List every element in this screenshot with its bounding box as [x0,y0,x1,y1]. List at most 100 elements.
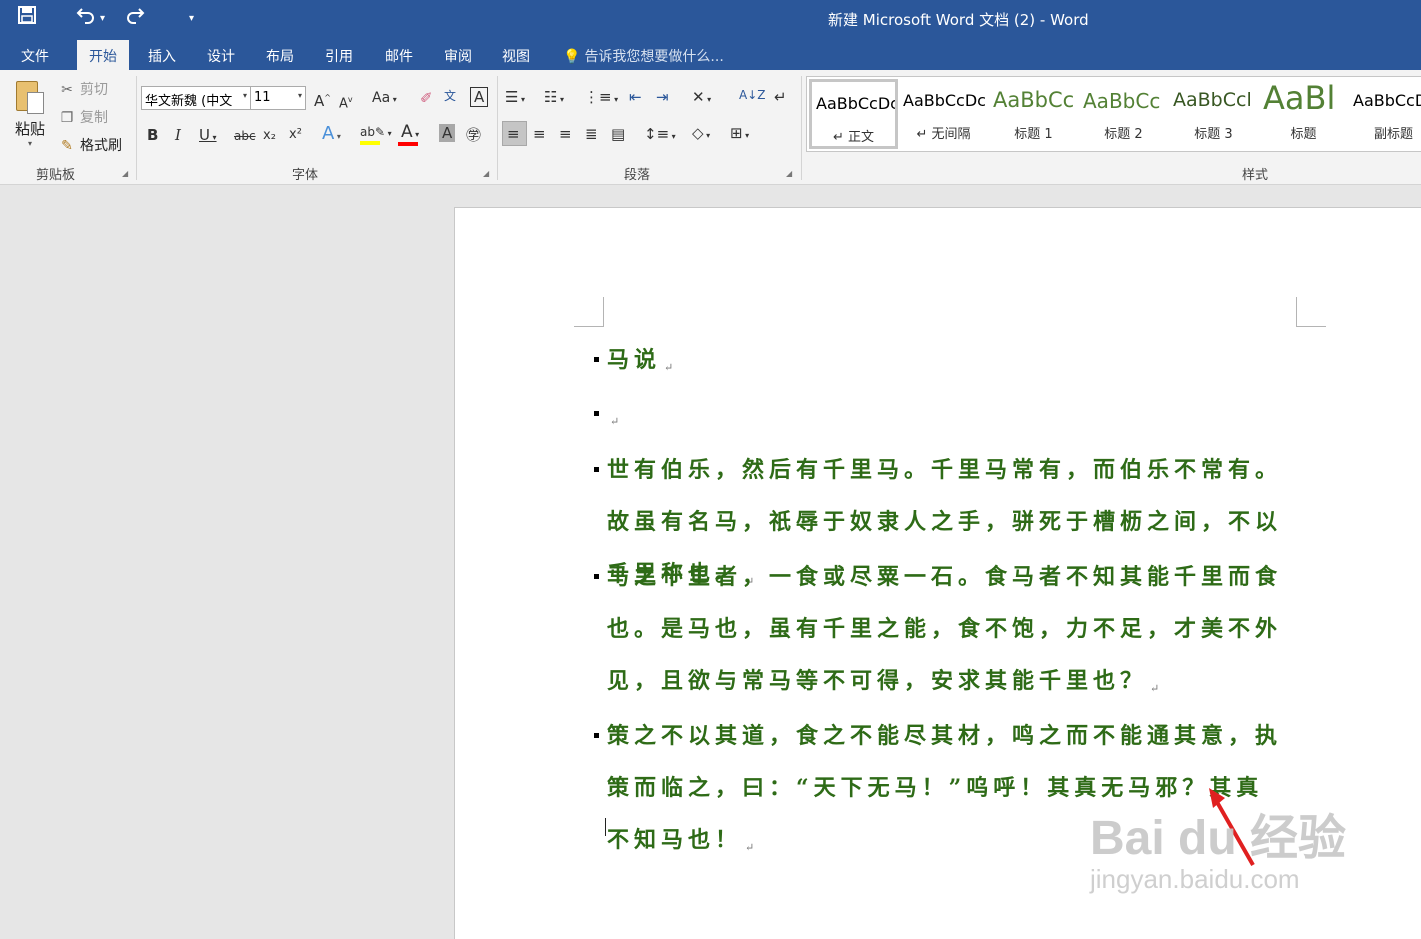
document-area: 马说 ↵ ↵ 世有伯乐，然后有千里马。千里马常有，而伯乐不常有。故虽有名马，祇辱于… [0,185,1421,939]
character-border-button[interactable]: A [470,87,489,107]
tab-review[interactable]: 审阅 [444,46,472,66]
phonetic-guide-button[interactable]: 文 [444,86,456,106]
ribbon-tabs: 文件 开始 插入 设计 布局 引用 邮件 审阅 视图 💡 告诉我您想要做什么... [0,40,1421,70]
italic-button[interactable]: I [175,125,181,145]
chevron-down-icon: ▾ [611,95,619,104]
decrease-indent-icon[interactable]: ⇤ [629,87,642,107]
subscript-button[interactable]: x₂ [263,126,276,146]
paste-dropdown-icon[interactable]: ▾ [10,139,50,148]
strikethrough-icon: abc [234,129,256,143]
chevron-down-icon: ▾ [412,130,420,139]
show-marks-icon[interactable]: ↵ [774,87,787,107]
style-heading-2[interactable]: AaBbCc 标题 2 [1079,79,1168,149]
baidu-watermark-url: jingyan.baidu.com [1090,864,1300,894]
grow-font-button[interactable]: A^ [314,88,331,111]
clipboard-launcher-icon[interactable]: ◢ [122,169,128,178]
text-cursor [605,818,606,836]
character-border-icon: A [474,88,485,106]
copy-button[interactable]: ❐ 复制 [58,107,108,127]
italic-icon: I [175,126,181,144]
tell-me-box[interactable]: 💡 告诉我您想要做什么... [563,46,724,66]
align-right-icon[interactable]: ≡ [559,124,572,144]
enclose-characters-icon[interactable]: ㊫ [466,125,481,145]
chinese-layout-button[interactable]: ✕ ▾ [692,87,711,110]
tab-references[interactable]: 引用 [325,46,353,66]
change-case-button[interactable]: Aa ▾ [372,88,397,110]
sort-icon[interactable]: A↓Z [739,85,765,105]
style-name: 副标题 [1373,127,1413,142]
bold-button[interactable]: B [147,125,158,145]
cut-button[interactable]: ✂ 剪切 [58,79,108,99]
clear-formatting-icon[interactable]: ✐ [420,88,433,108]
justify-icon[interactable]: ≣ [585,124,598,144]
customize-qat-icon[interactable]: ▾ [189,6,194,32]
style-subtitle[interactable]: AaBbCcD 副标题 [1349,79,1421,149]
doc-paragraph-empty[interactable]: ↵ [594,388,1287,448]
save-icon[interactable] [18,6,36,32]
style-sample: AaBl [1263,79,1336,117]
document-page[interactable]: 马说 ↵ ↵ 世有伯乐，然后有千里马。千里马常有，而伯乐不常有。故虽有名马，祇辱于… [454,207,1421,939]
style-name: 标题 1 [1014,127,1053,142]
bullets-button[interactable]: ☰ ▾ [505,87,525,110]
increase-indent-icon[interactable]: ⇥ [656,87,669,107]
style-heading-1[interactable]: AaBbCc 标题 1 [989,79,1078,149]
tab-insert[interactable]: 插入 [148,46,176,66]
tab-design[interactable]: 设计 [207,46,235,66]
line-spacing-button[interactable]: ↕≡ ▾ [644,124,676,147]
style-title[interactable]: AaBl 标题 [1259,79,1348,149]
undo-icon[interactable] [76,6,96,32]
style-no-spacing[interactable]: AaBbCcDc ↵ 无间隔 [899,79,988,149]
style-name: ↵ 无间隔 [916,127,971,142]
phonetic-guide-icon: 文 [444,89,457,103]
font-name-combobox[interactable]: 华文新魏 (中文 ▾ [141,86,251,110]
multilevel-list-button[interactable]: ⋮≡ ▾ [584,87,618,110]
paragraph-group-label: 段落 [624,168,651,183]
paste-button[interactable]: 粘贴 ▾ [10,78,50,148]
cut-label: 剪切 [80,82,108,98]
redo-icon[interactable] [125,6,145,32]
font-size-combobox[interactable]: 11 ▾ [251,86,306,110]
line-spacing-icon: ↕≡ [644,125,670,143]
font-launcher-icon[interactable]: ◢ [483,169,489,178]
numbering-button[interactable]: ☷ ▾ [544,87,564,110]
chevron-down-icon: ▾ [518,95,526,104]
paragraph-bullet [594,411,599,416]
underline-button[interactable]: U ▾ [199,125,217,148]
align-center-icon[interactable]: ≡ [533,124,546,144]
clipboard-group-label: 剪贴板 [36,168,76,183]
doc-paragraph-2[interactable]: 马之千里者，一食或尽粟一石。食马者不知其能千里而食也。是马也，虽有千里之能，食不… [594,551,1287,715]
style-normal[interactable]: AaBbCcDc ↵ 正文 [809,79,898,149]
text-effects-button[interactable]: A ▾ [322,124,341,147]
shrink-font-button[interactable]: Av [339,90,353,114]
paragraph-launcher-icon[interactable]: ◢ [786,169,792,178]
strikethrough-button[interactable]: abc [234,126,256,146]
group-divider [801,76,802,180]
chevron-down-icon: ▾ [334,132,341,141]
style-heading-3[interactable]: AaBbCcl 标题 3 [1169,79,1258,149]
paragraph-bullet [594,467,599,472]
tab-view[interactable]: 视图 [502,46,530,66]
distributed-icon[interactable]: ▤ [611,124,625,144]
paragraph-mark: ↵ [1150,682,1160,695]
tab-layout[interactable]: 布局 [266,46,294,66]
align-left-icon[interactable]: ≡ [507,124,520,144]
change-case-icon: Aa [372,90,391,106]
group-divider [497,76,498,180]
baidu-watermark-logo: Bai du 经验 [1090,812,1347,865]
character-shading-button[interactable]: A [439,124,456,142]
borders-button[interactable]: ⊞ ▾ [730,123,749,146]
borders-icon: ⊞ [730,124,743,142]
doc-paragraph-title[interactable]: 马说 ↵ [594,334,1287,394]
format-painter-button[interactable]: ✎ 格式刷 [58,135,122,155]
tab-home[interactable]: 开始 [77,40,129,70]
style-name: 标题 2 [1104,127,1143,142]
undo-dropdown-icon[interactable]: ▾ [100,6,105,32]
tab-file[interactable]: 文件 [21,46,49,66]
style-sample: AaBbCcl [1173,89,1252,111]
paragraph-bullet [594,733,599,738]
tab-mailings[interactable]: 邮件 [385,46,413,66]
paintbrush-icon: ✎ [61,138,73,154]
paste-icon [13,78,47,116]
shading-button[interactable]: ◇ ▾ [692,123,710,146]
superscript-button[interactable]: x² [289,125,302,145]
